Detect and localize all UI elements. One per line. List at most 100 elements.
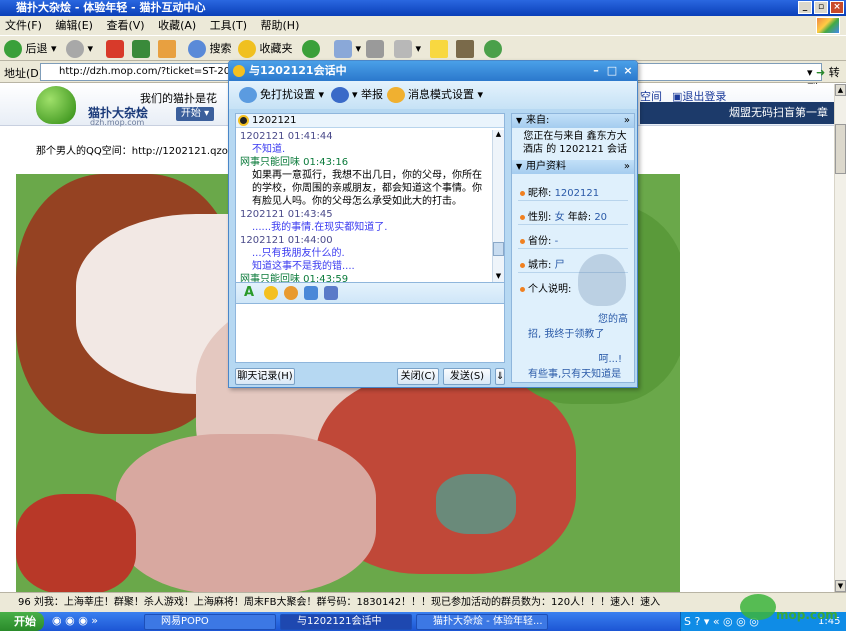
from-text: 您正在与来自 鑫东方大酒店 的 1202121 会话 xyxy=(522,131,628,155)
send-button[interactable]: 发送(S) xyxy=(443,368,491,385)
research-icon xyxy=(456,40,474,58)
chat-history-header: 1202121 xyxy=(236,114,504,128)
qq-space-line: 那个男人的QQ空间：http://1202121.qzone. xyxy=(36,146,244,157)
send-options-button[interactable]: ⇓ xyxy=(495,368,505,385)
qq-close-button[interactable]: × xyxy=(621,63,635,78)
close-button[interactable]: × xyxy=(830,1,844,14)
forward-arrow-icon xyxy=(66,40,84,58)
chat-scroll-up-icon[interactable]: ▲ xyxy=(493,130,504,140)
message-mode-icon xyxy=(387,87,405,103)
refresh-button[interactable] xyxy=(132,39,150,59)
message-text: 如果再一意孤行，我想不出几日，你的父母，你所在的学校，你周围的亲戚朋友，都会知道… xyxy=(252,170,482,207)
font-icon[interactable]: A xyxy=(244,286,258,300)
site-domain: dzh.mop.com xyxy=(90,118,145,127)
dnd-icon xyxy=(239,87,257,103)
address-label: 地址(D) xyxy=(4,67,44,80)
qq-title-bar: 与1202121会话中 – □ × xyxy=(229,61,637,81)
chat-history-button[interactable]: 聊天记录(H) xyxy=(235,368,295,385)
windows-logo-icon xyxy=(816,17,840,34)
chat-history[interactable]: 1202121 1202121 01:41:44 不知道. 网事只能回味 01:… xyxy=(235,113,505,283)
qq-maximize-button[interactable]: □ xyxy=(605,63,619,78)
report-button[interactable]: ▾ 举报 xyxy=(331,87,383,103)
menu-help[interactable]: 帮助(H) xyxy=(256,16,305,35)
magic-emoticon-icon[interactable] xyxy=(284,286,298,300)
chat-scroll-down-icon[interactable]: ▼ xyxy=(493,272,504,282)
favorites-button[interactable]: 收藏夹 xyxy=(238,39,293,59)
maximize-button[interactable]: ▫ xyxy=(814,1,828,14)
menu-edit[interactable]: 编辑(E) xyxy=(50,16,98,35)
logout-link[interactable]: ▣退出登录 xyxy=(672,88,726,104)
from-section-header[interactable]: ▼ 来自:» xyxy=(512,114,634,128)
chat-messages: 1202121 01:41:44 不知道. 网事只能回味 01:43:16 如果… xyxy=(240,130,488,283)
task-ie[interactable]: 猫扑大杂烩 - 体验年轻... xyxy=(416,614,548,630)
profile-gender-age: 性别: 女 年龄: 20 xyxy=(520,208,607,223)
message-header: 网事只能回味 01:43:59 xyxy=(240,274,349,283)
profile-description: 个人说明: xyxy=(520,280,571,295)
mop-logo-icon xyxy=(36,86,76,124)
scroll-up-arrow-icon[interactable]: ▲ xyxy=(835,84,846,96)
stop-button[interactable] xyxy=(106,39,124,59)
space-link[interactable]: 空间 xyxy=(640,88,662,104)
message-header: 1202121 01:41:44 xyxy=(240,131,333,142)
chat-scrollbar[interactable]: ▲ ▼ xyxy=(492,130,504,282)
scroll-down-arrow-icon[interactable]: ▼ xyxy=(835,580,846,592)
chat-scroll-thumb[interactable] xyxy=(493,242,504,256)
qq-chat-window: 与1202121会话中 – □ × 免打扰设置 ▾ ▾ 举报 消息模式设置 ▾ … xyxy=(228,60,638,388)
scroll-thumb[interactable] xyxy=(835,124,846,174)
task-qq-chat[interactable]: 与1202121会话中 xyxy=(280,614,412,630)
qq-minimize-button[interactable]: – xyxy=(589,63,603,78)
dnd-settings-button[interactable]: 免打扰设置 ▾ xyxy=(239,87,324,103)
qq-window-title: 与1202121会话中 xyxy=(249,64,347,77)
search-button[interactable]: 搜索 xyxy=(188,39,232,59)
watermark-mascot-icon xyxy=(740,594,776,620)
search-icon xyxy=(188,40,206,58)
qq-penguin-icon xyxy=(233,65,245,77)
message-text: 不知道. xyxy=(252,144,286,155)
page-scrollbar[interactable]: ▲ ▼ xyxy=(834,84,846,592)
message-text: 知道这事不是我的错.... xyxy=(252,261,355,272)
emoticon-icon[interactable] xyxy=(264,286,278,300)
message-input[interactable] xyxy=(235,303,505,363)
site-start-button[interactable]: 开始 ▾ xyxy=(176,107,214,121)
history-button[interactable] xyxy=(302,39,320,59)
screenshot-icon[interactable] xyxy=(324,286,338,300)
profile-section-header[interactable]: ▼ 用户资料» xyxy=(512,160,634,174)
message-mode-button[interactable]: 消息模式设置 ▾ xyxy=(387,87,483,103)
quicklaunch-icons[interactable]: ◉ ◉ ◉ » xyxy=(52,614,98,627)
discuss-button[interactable] xyxy=(430,39,448,59)
menu-tools[interactable]: 工具(T) xyxy=(205,16,252,35)
menu-view[interactable]: 查看(V) xyxy=(101,16,149,35)
site-rightbar-link[interactable]: 烟盟无码扫盲第一章 xyxy=(729,106,828,119)
qq-penguin-watermark-icon xyxy=(578,254,626,306)
site-rightbar: 烟盟无码扫盲第一章 xyxy=(640,102,834,124)
qq-toolbar: 免打扰设置 ▾ ▾ 举报 消息模式设置 ▾ xyxy=(229,81,637,109)
home-button[interactable] xyxy=(158,39,176,59)
stop-icon xyxy=(106,40,124,58)
messenger-button[interactable] xyxy=(484,39,502,59)
report-icon xyxy=(331,87,349,103)
minimize-button[interactable]: _ xyxy=(798,1,812,14)
profile-description-text: 您的高 招, 我终于领教了 呵...! 有些事,只有天知道是 xyxy=(528,314,628,380)
picture-icon[interactable] xyxy=(304,286,318,300)
start-button[interactable]: 开始 xyxy=(0,612,44,631)
back-button[interactable]: 后退 ▾ xyxy=(4,39,57,59)
mail-button[interactable]: ▾ xyxy=(334,39,361,59)
note-icon xyxy=(430,40,448,58)
profile-province: 省份: - xyxy=(520,232,558,247)
star-icon xyxy=(238,40,256,58)
message-text: ......我的事情.在现实都知道了. xyxy=(252,222,388,233)
print-button[interactable] xyxy=(366,39,384,59)
menu-favorites[interactable]: 收藏(A) xyxy=(153,16,201,35)
ie-window-title: 猫扑大杂烩 - 体验年轻 - 猫扑互动中心 xyxy=(16,1,206,14)
mop-watermark: mop.com xyxy=(740,592,844,628)
back-arrow-icon xyxy=(4,40,22,58)
close-chat-button[interactable]: 关闭(C) xyxy=(397,368,439,385)
edit-button[interactable]: ▾ xyxy=(394,39,421,59)
profile-city: 城市: 尸 xyxy=(520,256,565,271)
mail-icon xyxy=(334,40,352,58)
ie-toolbar: 后退 ▾ ▾ 搜索 收藏夹 ▾ ▾ xyxy=(0,35,846,61)
task-popo[interactable]: 网易POPO xyxy=(144,614,276,630)
menu-file[interactable]: 文件(F) xyxy=(0,16,47,35)
research-button[interactable] xyxy=(456,39,474,59)
forward-button[interactable]: ▾ xyxy=(66,39,93,59)
